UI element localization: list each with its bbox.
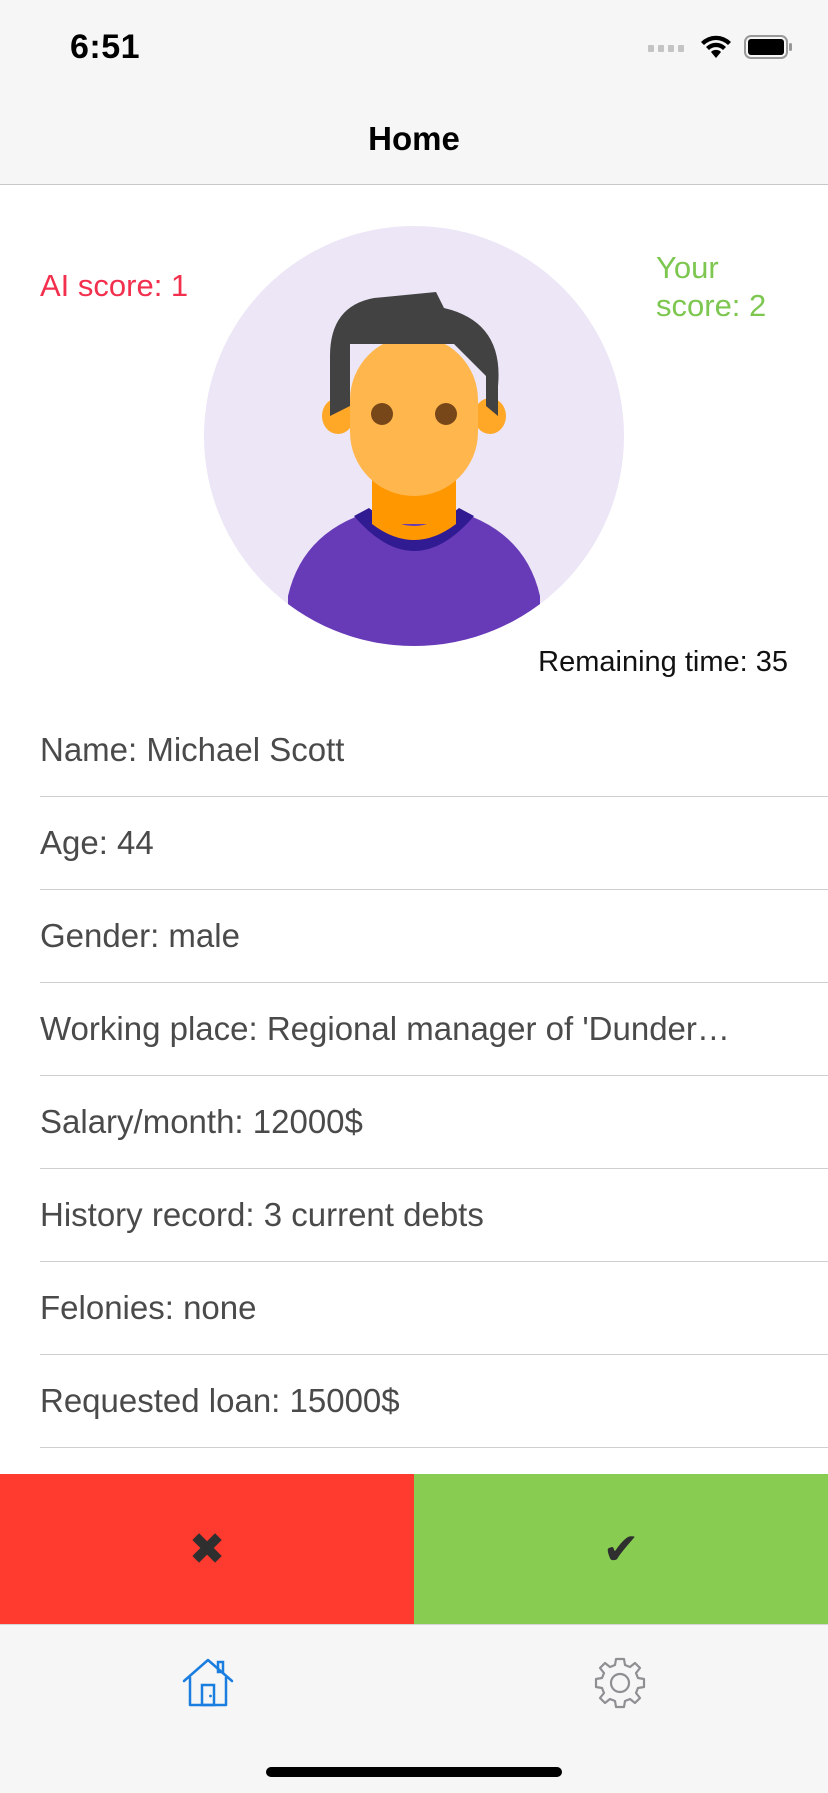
list-item: Felonies: none [40,1262,828,1355]
ai-score-label: AI score: 1 [40,268,189,303]
info-working-place: Working place: Regional manager of 'Dund… [40,1010,730,1047]
tab-home[interactable] [180,1655,236,1711]
checkmark-icon: ✔ [602,1523,640,1575]
info-salary: Salary/month: 12000$ [40,1103,363,1140]
list-item: Salary/month: 12000$ [40,1076,828,1169]
battery-icon [744,34,794,65]
page-title: Home [368,120,460,157]
user-score-label: Your score: 2 [656,250,767,323]
list-item: Working place: Regional manager of 'Dund… [40,983,828,1076]
info-name: Name: Michael Scott [40,731,345,768]
home-icon [180,1658,236,1715]
list-item: Gender: male [40,890,828,983]
status-icons [648,34,794,64]
status-time: 6:51 [70,28,141,66]
home-indicator [266,1767,562,1777]
person-avatar-icon [204,226,624,646]
reject-button[interactable]: ✖ [0,1474,414,1624]
info-requested-loan: Requested loan: 15000$ [40,1382,400,1419]
nav-bar: Home [0,96,828,185]
list-item: Requested loan: 15000$ [40,1355,828,1448]
remaining-time-label: Remaining time: 35 [538,646,788,678]
info-felonies: Felonies: none [40,1289,257,1326]
status-bar: 6:51 [0,0,828,96]
wifi-icon [700,34,732,65]
close-icon: ✖ [188,1523,226,1575]
list-item: Name: Michael Scott [40,704,828,797]
gear-icon [592,1657,648,1715]
approve-button[interactable]: ✔ [414,1474,828,1624]
info-history-record: History record: 3 current debts [40,1196,484,1233]
info-gender: Gender: male [40,917,240,954]
info-age: Age: 44 [40,824,154,861]
list-item: History record: 3 current debts [40,1169,828,1262]
applicant-info-list: Name: Michael Scott Age: 44 Gender: male… [40,704,828,1448]
list-item: Age: 44 [40,797,828,890]
cellular-signal-icon [648,40,688,58]
tab-settings[interactable] [592,1655,648,1711]
